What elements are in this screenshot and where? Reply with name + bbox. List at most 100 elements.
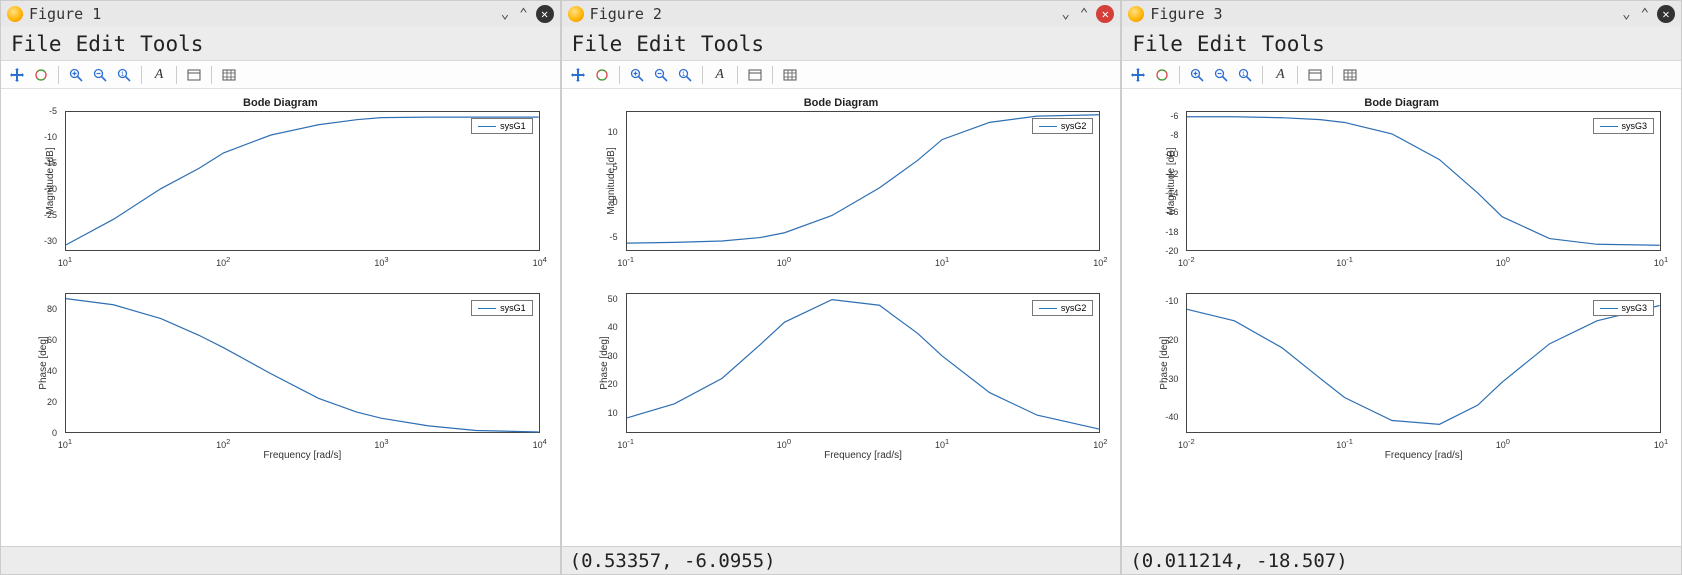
x-tick-label: 102 — [1093, 251, 1107, 268]
legend-label: sysG1 — [500, 121, 526, 131]
y-tick-label: 40 — [47, 366, 65, 376]
y-tick-label: 80 — [47, 304, 65, 314]
toolbar: 1A — [1122, 61, 1681, 89]
phase-subplot: sysG2102030405010-1100101102Phase [deg]F… — [626, 293, 1101, 433]
legend[interactable]: sysG1 — [471, 118, 533, 134]
menu-edit[interactable]: Edit — [1197, 32, 1248, 56]
data-curve — [1187, 112, 1660, 250]
maximize-icon[interactable]: ⌃ — [1078, 6, 1090, 22]
axes-box[interactable]: sysG1 — [65, 111, 540, 251]
legend-label: sysG3 — [1622, 303, 1648, 313]
y-tick-label: -10 — [1165, 296, 1186, 306]
menu-file[interactable]: File — [572, 32, 623, 56]
y-tick-label: 10 — [608, 408, 626, 418]
legend-label: sysG2 — [1061, 303, 1087, 313]
pan-icon[interactable] — [7, 65, 27, 85]
maximize-icon[interactable]: ⌃ — [1639, 6, 1651, 22]
x-tick-label: 100 — [1496, 251, 1510, 268]
titlebar[interactable]: Figure 2⌄⌃✕ — [562, 1, 1121, 27]
text-icon[interactable]: A — [149, 65, 169, 85]
statusbar: (0.011214, -18.507) — [1122, 546, 1681, 574]
menubar: File Edit Tools — [1122, 27, 1681, 61]
x-tick-label: 10-2 — [1178, 433, 1195, 450]
zoom-out-icon[interactable] — [1211, 65, 1231, 85]
legend[interactable]: sysG3 — [1593, 118, 1655, 134]
close-icon[interactable]: ✕ — [536, 5, 554, 23]
grid-icon[interactable] — [780, 65, 800, 85]
box-icon[interactable] — [184, 65, 204, 85]
legend-swatch — [1039, 126, 1057, 127]
plot-area[interactable]: Bode DiagramsysG3-20-18-16-14-12-10-8-61… — [1122, 89, 1681, 546]
axes-box[interactable]: sysG2 — [626, 293, 1101, 433]
titlebar[interactable]: Figure 1⌄⌃✕ — [1, 1, 560, 27]
close-icon[interactable]: ✕ — [1657, 5, 1675, 23]
text-icon[interactable]: A — [710, 65, 730, 85]
minimize-icon[interactable]: ⌄ — [499, 6, 511, 22]
toolbar-separator — [1262, 66, 1263, 84]
zoom-out-icon[interactable] — [90, 65, 110, 85]
y-tick-label: -40 — [1165, 412, 1186, 422]
axes-box[interactable]: sysG3 — [1186, 111, 1661, 251]
menu-tools[interactable]: Tools — [140, 32, 203, 56]
zoom-reset-icon[interactable]: 1 — [1235, 65, 1255, 85]
minimize-icon[interactable]: ⌄ — [1620, 6, 1632, 22]
rotate-icon[interactable] — [1152, 65, 1172, 85]
legend[interactable]: sysG1 — [471, 300, 533, 316]
titlebar[interactable]: Figure 3⌄⌃✕ — [1122, 1, 1681, 27]
plot-area[interactable]: Bode DiagramsysG1-30-25-20-15-10-5101102… — [1, 89, 560, 546]
legend[interactable]: sysG3 — [1593, 300, 1655, 316]
x-tick-label: 103 — [374, 433, 388, 450]
maximize-icon[interactable]: ⌃ — [517, 6, 529, 22]
x-tick-label: 100 — [777, 251, 791, 268]
zoom-out-icon[interactable] — [651, 65, 671, 85]
zoom-reset-icon[interactable]: 1 — [675, 65, 695, 85]
pan-icon[interactable] — [568, 65, 588, 85]
toolbar-separator — [1297, 66, 1298, 84]
legend-swatch — [1600, 308, 1618, 309]
minimize-icon[interactable]: ⌄ — [1059, 6, 1071, 22]
zoom-in-icon[interactable] — [1187, 65, 1207, 85]
grid-icon[interactable] — [1340, 65, 1360, 85]
figure-window-2: Figure 2⌄⌃✕FileEditTools1ABode Diagramsy… — [561, 0, 1122, 575]
legend-label: sysG2 — [1061, 121, 1087, 131]
pan-icon[interactable] — [1128, 65, 1148, 85]
toolbar: 1A — [1, 61, 560, 89]
axes-box[interactable]: sysG1 — [65, 293, 540, 433]
grid-icon[interactable] — [219, 65, 239, 85]
axes-box[interactable]: sysG3 — [1186, 293, 1661, 433]
legend[interactable]: sysG2 — [1032, 300, 1094, 316]
phase-subplot: sysG1020406080101102103104Phase [deg]Fre… — [65, 293, 540, 433]
menu-tools[interactable]: Tools — [701, 32, 764, 56]
legend[interactable]: sysG2 — [1032, 118, 1094, 134]
toolbar-separator — [1179, 66, 1180, 84]
axes-box[interactable]: sysG2 — [626, 111, 1101, 251]
plot-area[interactable]: Bode DiagramsysG2-5051010-1100101102Magn… — [562, 89, 1121, 546]
y-tick-label: -6 — [1170, 111, 1186, 121]
x-tick-label: 101 — [1654, 251, 1668, 268]
y-tick-label: -10 — [44, 132, 65, 142]
x-axis-label: Frequency [rad/s] — [824, 450, 902, 461]
rotate-icon[interactable] — [592, 65, 612, 85]
menu-tools[interactable]: Tools — [1262, 32, 1325, 56]
zoom-in-icon[interactable] — [66, 65, 86, 85]
menu-file[interactable]: File — [1132, 32, 1183, 56]
y-tick-label: -30 — [44, 236, 65, 246]
zoom-in-icon[interactable] — [627, 65, 647, 85]
y-axis-label: Magnitude [dB] — [45, 147, 56, 214]
menu-edit[interactable]: Edit — [76, 32, 127, 56]
menu-file[interactable]: File — [11, 32, 62, 56]
legend-swatch — [1600, 126, 1618, 127]
legend-swatch — [478, 308, 496, 309]
text-icon[interactable]: A — [1270, 65, 1290, 85]
rotate-icon[interactable] — [31, 65, 51, 85]
close-icon[interactable]: ✕ — [1096, 5, 1114, 23]
menu-edit[interactable]: Edit — [636, 32, 687, 56]
menubar: File Edit Tools — [562, 27, 1121, 61]
toolbar-separator — [1332, 66, 1333, 84]
x-tick-label: 101 — [935, 433, 949, 450]
box-icon[interactable] — [745, 65, 765, 85]
zoom-reset-icon[interactable]: 1 — [114, 65, 134, 85]
toolbar-separator — [176, 66, 177, 84]
box-icon[interactable] — [1305, 65, 1325, 85]
legend-label: sysG1 — [500, 303, 526, 313]
